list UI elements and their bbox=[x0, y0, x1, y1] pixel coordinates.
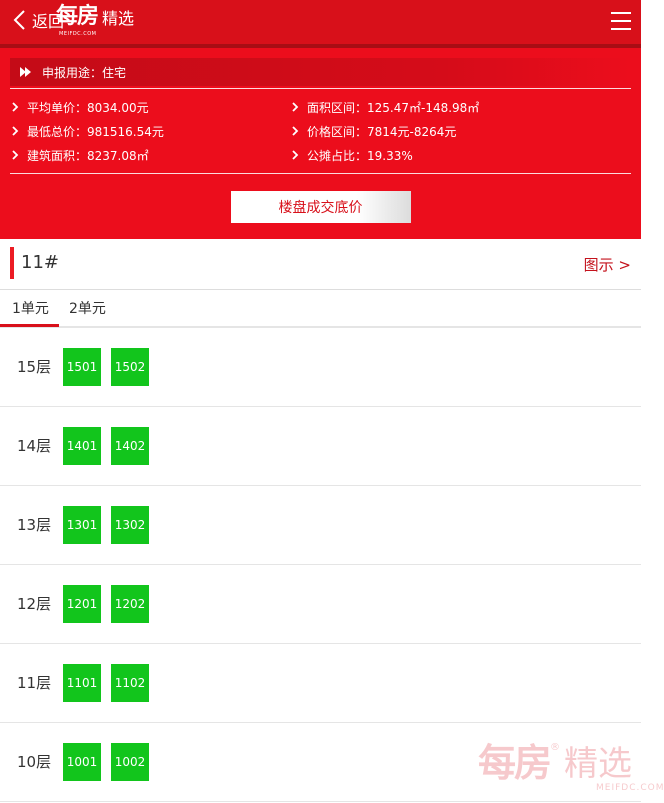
info-panel: 申报用途：住宅 平均单价：8034.00元 面积区间：125.47㎡-148.9… bbox=[0, 48, 641, 239]
double-arrow-icon bbox=[20, 67, 31, 77]
room-button[interactable]: 1402 bbox=[111, 427, 149, 465]
chevron-right-icon bbox=[12, 150, 19, 160]
room-button[interactable]: 1401 bbox=[63, 427, 101, 465]
floor-row: 15层 1501 1502 bbox=[0, 328, 641, 407]
room-button[interactable]: 1002 bbox=[111, 743, 149, 781]
info-item: 最低总价：981516.54元 bbox=[12, 119, 292, 143]
top-header: 返回 每房 精选 MEIFDC.COM bbox=[0, 0, 641, 44]
watermark-main: 每房 bbox=[478, 741, 552, 785]
logo: 每房 精选 MEIFDC.COM bbox=[56, 4, 135, 38]
purpose-text: 申报用途：住宅 bbox=[42, 65, 127, 80]
info-item-label: 公摊占比：19.33% bbox=[307, 148, 413, 163]
floor-row: 14层 1401 1402 bbox=[0, 407, 641, 486]
room-button[interactable]: 1201 bbox=[63, 585, 101, 623]
floor-label: 10层 bbox=[17, 753, 52, 771]
chevron-left-icon bbox=[13, 10, 25, 30]
menu-icon[interactable] bbox=[611, 12, 631, 30]
divider bbox=[10, 173, 631, 174]
page: 返回 每房 精选 MEIFDC.COM 申报用途：住宅 平均单价：8034.00… bbox=[0, 0, 641, 802]
floor-row: 12层 1201 1202 bbox=[0, 565, 641, 644]
info-item: 建筑面积：8237.08㎡ bbox=[12, 143, 292, 167]
room-button[interactable]: 1301 bbox=[63, 506, 101, 544]
building-name: 11# bbox=[21, 252, 59, 273]
tab-unit-2[interactable]: 2单元 bbox=[69, 298, 106, 318]
info-item-label: 价格区间：7814元-8264元 bbox=[307, 124, 457, 139]
room-button[interactable]: 1302 bbox=[111, 506, 149, 544]
info-item: 平均单价：8034.00元 bbox=[12, 95, 292, 119]
legend-link[interactable]: 图示 > bbox=[584, 254, 631, 275]
tab-unit-1[interactable]: 1单元 bbox=[0, 298, 59, 327]
chevron-right-icon bbox=[292, 102, 299, 112]
info-item-label: 面积区间：125.47㎡-148.98㎡ bbox=[307, 100, 480, 115]
logo-main: 每房 bbox=[56, 4, 99, 29]
watermark-reg: ® bbox=[550, 742, 561, 753]
room-button[interactable]: 1502 bbox=[111, 348, 149, 386]
purpose-bar: 申报用途：住宅 bbox=[10, 58, 631, 86]
chevron-right-icon bbox=[12, 102, 19, 112]
unit-tabs: 1单元 2单元 bbox=[0, 290, 641, 328]
floor-label: 11层 bbox=[17, 674, 52, 692]
chevron-right-icon bbox=[292, 126, 299, 136]
room-button[interactable]: 1001 bbox=[63, 743, 101, 781]
floor-label: 12层 bbox=[17, 595, 52, 613]
accent-bar bbox=[10, 247, 14, 279]
info-grid: 平均单价：8034.00元 面积区间：125.47㎡-148.98㎡ 最低总价：… bbox=[10, 89, 631, 173]
floor-label: 15层 bbox=[17, 358, 52, 376]
info-item: 价格区间：7814元-8264元 bbox=[292, 119, 629, 143]
room-button[interactable]: 1501 bbox=[63, 348, 101, 386]
floor-row: 13层 1301 1302 bbox=[0, 486, 641, 565]
watermark-sub: 精选 bbox=[564, 744, 633, 784]
logo-sub: 精选 bbox=[102, 9, 135, 28]
watermark-logo: 每房 ® 精选 MEIFDC.COM bbox=[478, 741, 664, 793]
info-item-label: 最低总价：981516.54元 bbox=[27, 124, 164, 139]
room-button[interactable]: 1101 bbox=[63, 664, 101, 702]
deal-price-button[interactable]: 楼盘成交底价 bbox=[230, 191, 411, 223]
info-item-label: 平均单价：8034.00元 bbox=[27, 100, 149, 115]
info-item: 公摊占比：19.33% bbox=[292, 143, 629, 167]
logo-url: MEIFDC.COM bbox=[59, 31, 97, 37]
room-button[interactable]: 1202 bbox=[111, 585, 149, 623]
room-button[interactable]: 1102 bbox=[111, 664, 149, 702]
info-item-label: 建筑面积：8237.08㎡ bbox=[27, 148, 149, 163]
watermark-url: MEIFDC.COM bbox=[596, 783, 664, 793]
divider bbox=[10, 88, 631, 89]
chevron-right-icon bbox=[12, 126, 19, 136]
building-header: 11# 图示 > bbox=[0, 239, 641, 290]
floor-label: 13层 bbox=[17, 516, 52, 534]
chevron-right-icon bbox=[292, 150, 299, 160]
floor-label: 14层 bbox=[17, 437, 52, 455]
info-item: 面积区间：125.47㎡-148.98㎡ bbox=[292, 95, 629, 119]
floor-row: 11层 1101 1102 bbox=[0, 644, 641, 723]
